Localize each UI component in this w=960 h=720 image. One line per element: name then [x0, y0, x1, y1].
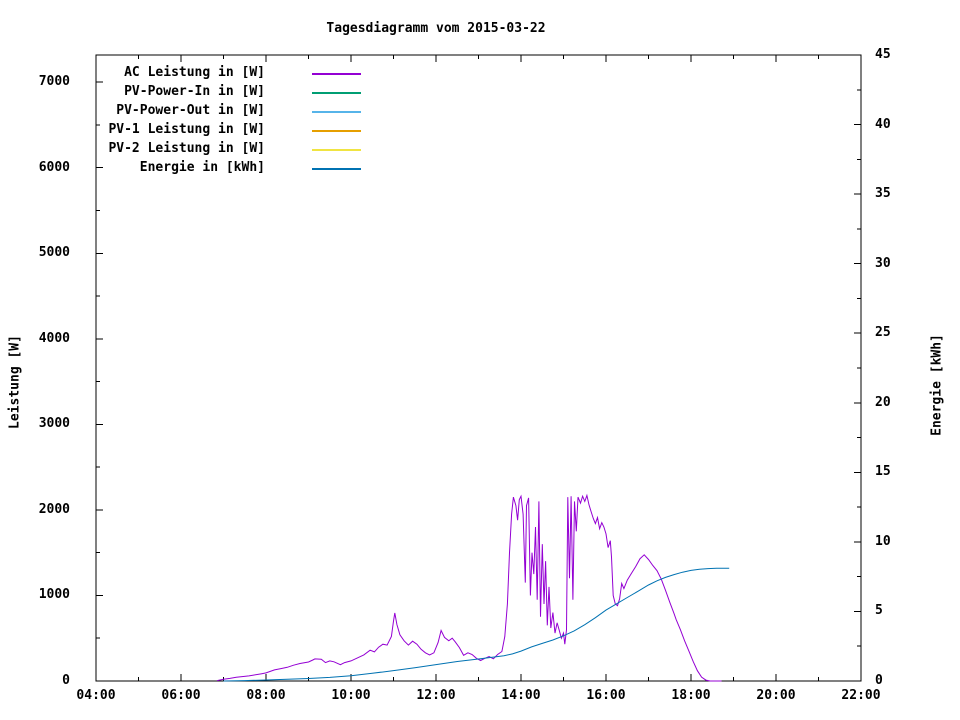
y-left-tick-label: 4000 [38, 330, 70, 346]
legend-sample-line-pv-1-leistung-in-w [312, 130, 361, 132]
x-tick-label: 22:00 [841, 688, 881, 703]
series-line-ac-leistung-in-w [217, 493, 722, 682]
legend-label-energie-in-kwh: Energie in [kWh] [139, 160, 265, 175]
y-right-tick-label: 20 [875, 394, 891, 410]
x-tick-label: 16:00 [586, 688, 626, 703]
legend-label-pv-power-out-in-w: PV-Power-Out in [W] [116, 103, 265, 118]
x-tick-label: 04:00 [76, 688, 116, 703]
legend-label-pv-power-in-in-w: PV-Power-In in [W] [124, 84, 265, 99]
y-left-axis-title: Leistung [W] [7, 335, 23, 429]
legend-sample-line-pv-power-out-in-w [312, 111, 361, 113]
x-tick-label: 10:00 [331, 688, 371, 703]
y-right-tick-label: 10 [875, 533, 891, 549]
chart-title: Tagesdiagramm vom 2015-03-22 [326, 21, 546, 36]
x-tick-label: 14:00 [501, 688, 541, 703]
y-right-tick-label: 15 [875, 464, 891, 480]
x-tick-label: 18:00 [671, 688, 711, 703]
y-right-tick-label: 30 [875, 255, 891, 271]
y-left-tick-label: 0 [62, 673, 70, 688]
legend-sample-line-pv-power-in-in-w [312, 92, 361, 94]
x-tick-label: 12:00 [416, 688, 456, 703]
y-right-tick-label: 0 [875, 673, 883, 688]
x-tick-label: 08:00 [246, 688, 286, 703]
x-tick-label: 06:00 [161, 688, 201, 703]
y-right-tick-label: 45 [875, 47, 891, 62]
legend-sample-line-pv-2-leistung-in-w [312, 149, 361, 151]
legend-label-pv-2-leistung-in-w: PV-2 Leistung in [W] [108, 141, 265, 156]
y-right-tick-label: 5 [875, 603, 883, 619]
y-right-tick-label: 25 [875, 325, 891, 341]
x-tick-label: 20:00 [756, 688, 796, 703]
y-left-tick-label: 5000 [38, 245, 70, 261]
y-left-tick-label: 3000 [38, 416, 70, 432]
y-right-tick-label: 40 [875, 116, 891, 132]
y-right-axis-title: Energie [kWh] [929, 334, 945, 436]
y-left-tick-label: 2000 [38, 501, 70, 517]
legend-sample-line-ac-leistung-in-w [312, 73, 361, 75]
y-right-tick-label: 35 [875, 186, 891, 202]
y-left-tick-label: 1000 [38, 587, 70, 603]
legend-label-ac-leistung-in-w: AC Leistung in [W] [124, 65, 265, 80]
legend-label-pv-1-leistung-in-w: PV-1 Leistung in [W] [108, 122, 265, 137]
legend-sample-line-energie-in-kwh [312, 168, 361, 170]
tagesdiagramm-chart: Tagesdiagramm vom 2015-03-22 Leistung [W… [0, 0, 960, 720]
